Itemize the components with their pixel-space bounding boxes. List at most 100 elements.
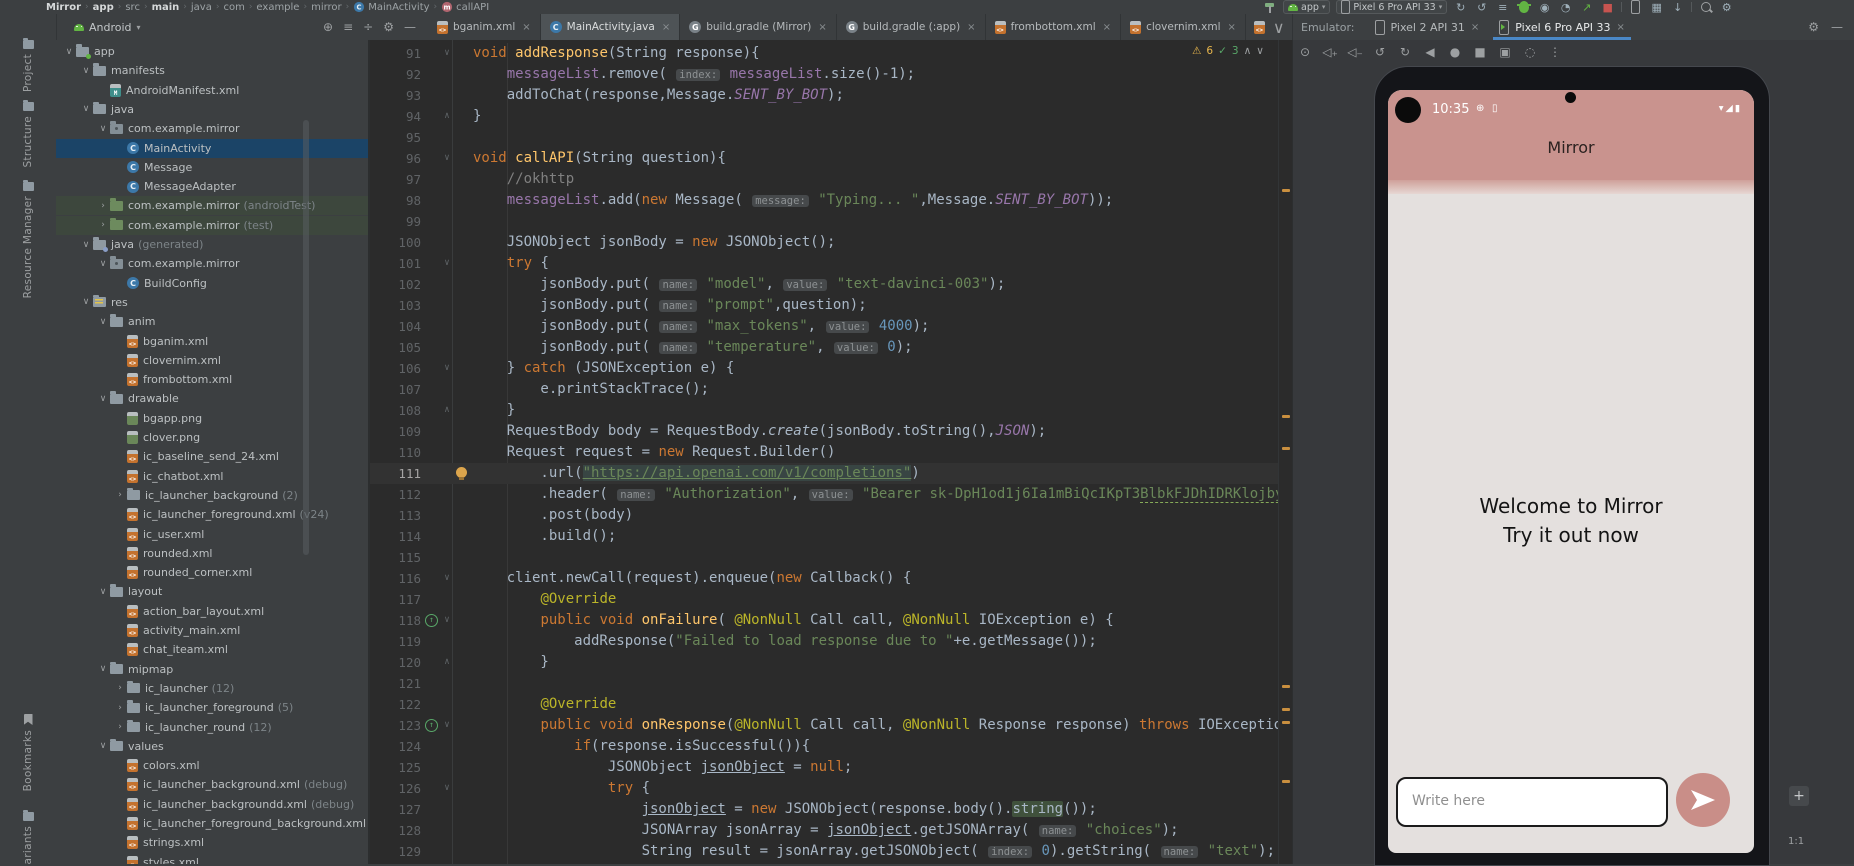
profiler-icon[interactable]: ◔: [1558, 1, 1573, 14]
screenshot-icon[interactable]: ▣: [1497, 45, 1513, 59]
tab-close-icon[interactable]: ×: [1617, 22, 1625, 33]
tree-item-chat-iteam-xml[interactable]: <> chat_iteam.xml: [56, 640, 368, 659]
tree-item-ic-launcher-background-2[interactable]: › ic_launcher_background (2): [56, 486, 368, 505]
code-line-98[interactable]: 98 messageList.add(new Message( message:…: [370, 190, 1278, 211]
code-line-124[interactable]: 124 if(response.isSuccessful()){: [370, 736, 1278, 757]
breadcrumb-item-com[interactable]: com: [223, 2, 244, 13]
inspections-widget[interactable]: ⚠ 6 ✓ 3 ∧ ∨: [1192, 45, 1264, 57]
fold-icon[interactable]: ∧: [440, 400, 454, 421]
download-icon[interactable]: ↓: [1670, 1, 1685, 14]
code-line-92[interactable]: 92 messageList.remove( index: messageLis…: [370, 64, 1278, 85]
editor-tab-clovernim-xml[interactable]: <> clovernim.xml ×: [1121, 14, 1246, 40]
tree-item-java[interactable]: ∨ java: [56, 100, 368, 119]
hide-icon[interactable]: —: [404, 20, 416, 34]
snapshots-icon[interactable]: ◌: [1522, 45, 1538, 59]
tree-item-ic-launcher-12[interactable]: › ic_launcher (12): [56, 679, 368, 698]
tree-item-frombottom-xml[interactable]: <> frombottom.xml: [56, 370, 368, 389]
tree-expand-icon[interactable]: ∨: [96, 259, 110, 269]
code-line-94[interactable]: 94 ∧}: [370, 106, 1278, 127]
tree-item-anim[interactable]: ∨ anim: [56, 312, 368, 331]
emulator-zoom-in-button[interactable]: +: [1789, 786, 1809, 806]
tree-item-com-example-mirror[interactable]: ∨ com.example.mirror: [56, 119, 368, 138]
tree-item-ic-launcher-foreground-5[interactable]: › ic_launcher_foreground (5): [56, 698, 368, 717]
code-line-122[interactable]: 122 @Override: [370, 694, 1278, 715]
editor-tab-mainactivity-java[interactable]: C MainActivity.java ×: [540, 14, 681, 40]
code-line-103[interactable]: 103 jsonBody.put( name: "prompt",questio…: [370, 295, 1278, 316]
collapse-all-icon[interactable]: ≡: [343, 20, 353, 34]
code-line-121[interactable]: 121: [370, 673, 1278, 694]
breadcrumb-item-callapi[interactable]: m callAPI: [441, 1, 489, 13]
tree-expand-icon[interactable]: ∨: [96, 317, 110, 327]
fold-icon[interactable]: ∨: [440, 43, 454, 64]
tree-scrollbar[interactable]: [303, 120, 309, 555]
tree-expand-icon[interactable]: ›: [113, 722, 127, 732]
breadcrumb-item-java[interactable]: java: [191, 2, 212, 13]
code-line-123[interactable]: 123 ↑ ∨ public void onResponse(@NonNull Ca…: [370, 715, 1278, 736]
code-line-118[interactable]: 118 ↑ ∨ public void onFailure( @NonNull Ca…: [370, 610, 1278, 631]
override-gutter-icon[interactable]: ↑: [425, 719, 438, 732]
fold-icon[interactable]: ∨: [440, 568, 454, 589]
tree-item-clover-png[interactable]: clover.png: [56, 428, 368, 447]
overview-icon[interactable]: ■: [1472, 45, 1488, 59]
profile-icon[interactable]: ◉: [1537, 1, 1552, 14]
search-icon[interactable]: [1698, 1, 1713, 14]
tree-item-com-example-mirror-test[interactable]: › com.example.mirror (test): [56, 215, 368, 235]
tree-item-ic-user-xml[interactable]: <> ic_user.xml: [56, 525, 368, 544]
power-icon[interactable]: ⊙: [1297, 45, 1313, 59]
tree-item-messageadapter[interactable]: C MessageAdapter: [56, 177, 368, 196]
code-line-109[interactable]: 109 RequestBody body = RequestBody.creat…: [370, 421, 1278, 442]
breadcrumb-item-app[interactable]: app: [93, 2, 114, 13]
tree-expand-icon[interactable]: ∨: [79, 297, 93, 307]
settings-icon[interactable]: ⚙: [383, 20, 394, 34]
tree-item-activity-main-xml[interactable]: <> activity_main.xml: [56, 621, 368, 640]
tab-close-icon[interactable]: ×: [967, 22, 975, 33]
code-line-105[interactable]: 105 jsonBody.put( name: "temperature", v…: [370, 337, 1278, 358]
code-line-99[interactable]: 99: [370, 211, 1278, 232]
tree-item-com-example-mirror-androidtest[interactable]: › com.example.mirror (androidTest): [56, 196, 368, 216]
tree-expand-icon[interactable]: ∨: [96, 664, 110, 674]
code-line-93[interactable]: 93 addToChat(response,Message.SENT_BY_BO…: [370, 85, 1278, 106]
code-line-126[interactable]: 126 ∨ try {: [370, 778, 1278, 799]
code-line-110[interactable]: 110 Request request = new Request.Builde…: [370, 442, 1278, 463]
message-input[interactable]: Write here: [1396, 777, 1668, 827]
tree-item-bgapp-png[interactable]: bgapp.png: [56, 409, 368, 428]
editor-tab-build-gradle-mirror[interactable]: Gbuild.gradle (Mirror) ×: [680, 14, 837, 40]
tab-close-icon[interactable]: ×: [1471, 22, 1479, 33]
editor-tab-build-gradle-app[interactable]: Gbuild.gradle (:app) ×: [837, 14, 986, 40]
apply-code-changes-icon[interactable]: ↺: [1474, 1, 1489, 14]
tree-item-colors-xml[interactable]: <> colors.xml: [56, 756, 368, 775]
layout-inspector-icon[interactable]: ▦: [1649, 1, 1664, 14]
volume-down-icon[interactable]: ◁₋: [1347, 45, 1363, 59]
tab-close-icon[interactable]: ×: [1103, 22, 1111, 33]
tree-item-layout[interactable]: ∨ layout: [56, 582, 368, 601]
code-line-101[interactable]: 101 ∨ try {: [370, 253, 1278, 274]
code-line-113[interactable]: 113 .post(body): [370, 505, 1278, 526]
tabs-dropdown-icon[interactable]: ∨: [1273, 18, 1285, 37]
fold-icon[interactable]: ∧: [440, 652, 454, 673]
emulator-tab-pixel-6-pro-api-33[interactable]: Pixel 6 Pro API 33 ×: [1489, 14, 1635, 40]
tree-item-strings-xml[interactable]: <> strings.xml: [56, 833, 368, 852]
tree-expand-icon[interactable]: ›: [113, 703, 127, 713]
breadcrumb-item-main[interactable]: main: [152, 2, 180, 13]
tree-item-manifests[interactable]: ∨ manifests: [56, 61, 368, 80]
project-view-selector[interactable]: Android ▾: [74, 21, 141, 34]
send-button[interactable]: [1676, 773, 1730, 827]
fold-icon[interactable]: ∨: [440, 610, 454, 631]
tree-expand-icon[interactable]: ∨: [96, 587, 110, 597]
tree-item-androidmanifest-xml[interactable]: M AndroidManifest.xml: [56, 81, 368, 100]
tree-item-ic-launcher-round-12[interactable]: › ic_launcher_round (12): [56, 718, 368, 737]
fold-icon[interactable]: ∨: [440, 778, 454, 799]
build-hammer-icon[interactable]: [1262, 1, 1277, 14]
tree-item-res[interactable]: ∨ res: [56, 293, 368, 312]
breadcrumb-item-mirror[interactable]: mirror: [311, 2, 342, 13]
code-line-125[interactable]: 125 JSONObject jsonObject = null;: [370, 757, 1278, 778]
stop-icon[interactable]: ■: [1600, 1, 1615, 14]
tree-item-ic-launcher-backgroundd-xml-debug[interactable]: <> ic_launcher_backgroundd.xml (debug): [56, 795, 368, 814]
tree-expand-icon[interactable]: ∨: [79, 66, 93, 76]
tab-close-icon[interactable]: ×: [1227, 22, 1235, 33]
tree-item-rounded-corner-xml[interactable]: <> rounded_corner.xml: [56, 563, 368, 582]
fold-icon[interactable]: ∧: [440, 106, 454, 127]
tree-expand-icon[interactable]: ›: [96, 201, 110, 211]
override-gutter-icon[interactable]: ↑: [425, 614, 438, 627]
breadcrumb-item-mainactivity[interactable]: C MainActivity: [353, 1, 430, 13]
